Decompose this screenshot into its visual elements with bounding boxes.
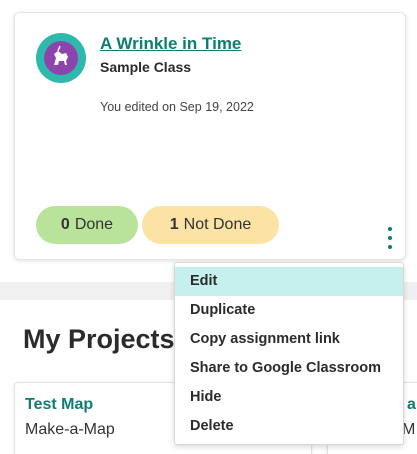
assignment-title-link[interactable]: A Wrinkle in Time <box>100 34 241 54</box>
menu-item-copy-link[interactable]: Copy assignment link <box>175 325 403 354</box>
assignment-options-menu: Edit Duplicate Copy assignment link Shar… <box>174 262 404 445</box>
menu-item-hide[interactable]: Hide <box>175 383 403 412</box>
class-name: Sample Class <box>100 59 192 75</box>
not-done-label: Not Done <box>183 216 252 233</box>
not-done-count: 1 <box>169 216 179 233</box>
project-title[interactable]: Test Map <box>25 396 93 414</box>
done-label: Done <box>74 216 114 233</box>
assignment-card: A Wrinkle in Time Sample Class You edite… <box>14 12 406 260</box>
menu-item-edit[interactable]: Edit <box>175 267 403 296</box>
done-count: 0 <box>60 216 70 233</box>
edited-timestamp: You edited on Sep 19, 2022 <box>100 100 254 114</box>
vertical-ellipsis-icon[interactable] <box>383 227 397 249</box>
menu-item-delete[interactable]: Delete <box>175 412 403 441</box>
not-done-status-pill[interactable]: 1 Not Done <box>142 206 279 244</box>
done-status-pill[interactable]: 0 Done <box>36 206 138 244</box>
project-title[interactable]: a <box>407 396 416 414</box>
project-type: Make-a-Map <box>25 421 115 438</box>
assignment-avatar <box>36 33 86 83</box>
menu-item-share-google-classroom[interactable]: Share to Google Classroom <box>175 354 403 383</box>
menu-item-duplicate[interactable]: Duplicate <box>175 296 403 325</box>
unicorn-icon <box>44 41 78 75</box>
section-title: My Projects <box>23 324 175 354</box>
